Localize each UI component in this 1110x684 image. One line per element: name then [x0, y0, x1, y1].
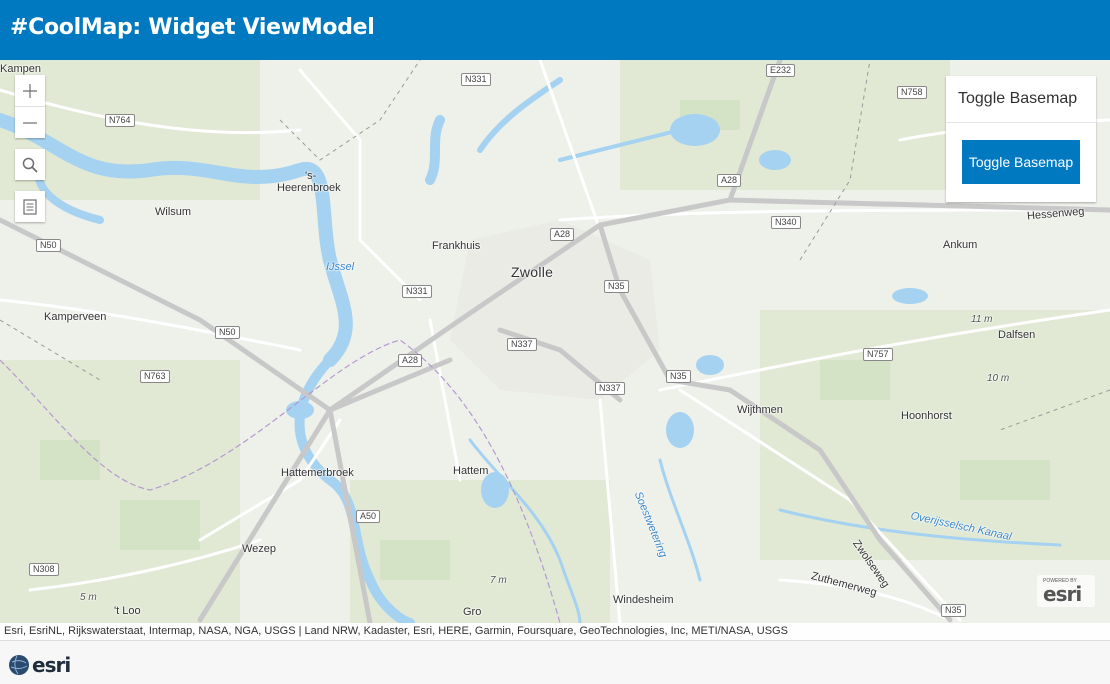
- search-icon: [22, 157, 38, 173]
- road-shield: E232: [766, 64, 796, 77]
- place-label: Wilsum: [155, 206, 192, 218]
- road-shield: N331: [461, 73, 491, 86]
- road-shield: A28: [550, 228, 575, 241]
- basemap: [0, 60, 1110, 623]
- road-shield: N308: [29, 563, 59, 576]
- road-shield: N331: [402, 285, 432, 298]
- esri-logo-text: esri: [32, 653, 71, 677]
- road-shield: N340: [771, 216, 801, 229]
- esri-logo[interactable]: esri: [8, 653, 71, 677]
- elevation-label: 11 m: [971, 314, 993, 325]
- toggle-basemap-panel: Toggle Basemap Toggle Basemap: [946, 76, 1096, 202]
- place-label: Hattem: [453, 465, 489, 477]
- road-shield: N35: [941, 604, 966, 617]
- place-label: Dalfsen: [998, 329, 1036, 341]
- road-shield: N763: [140, 370, 170, 383]
- place-label: 's-: [305, 170, 317, 182]
- zoom-in-button[interactable]: [15, 75, 45, 106]
- search-button[interactable]: [15, 149, 45, 180]
- panel-title: Toggle Basemap: [946, 76, 1096, 123]
- esri-wordmark: esri: [1043, 582, 1082, 606]
- place-label: Kamperveen: [44, 311, 107, 323]
- minus-icon: [23, 121, 37, 124]
- document-icon: [23, 198, 37, 215]
- place-label-city: Zwolle: [511, 264, 554, 280]
- road-shield: N35: [604, 280, 629, 293]
- map-view[interactable]: Kampen 's- Heerenbroek Wilsum Frankhuis …: [0, 60, 1110, 623]
- place-label: 't Loo: [114, 605, 141, 617]
- page-title: #CoolMap: Widget ViewModel: [10, 15, 375, 40]
- road-shield: A28: [398, 354, 423, 367]
- place-label: Ankum: [943, 239, 978, 251]
- place-label: Hattemerbroek: [281, 467, 354, 479]
- road-shield: N50: [36, 239, 61, 252]
- place-label: Windesheim: [613, 594, 674, 606]
- place-label: Wezep: [242, 543, 277, 555]
- road-shield: N757: [863, 348, 893, 361]
- app-header: #CoolMap: Widget ViewModel: [0, 0, 1110, 60]
- legend-button[interactable]: [15, 191, 45, 222]
- place-label: Wijthmen: [737, 404, 783, 416]
- toggle-basemap-button[interactable]: Toggle Basemap: [962, 140, 1080, 184]
- powered-by-esri-badge[interactable]: POWERED BY esri: [1037, 575, 1095, 607]
- globe-icon: [9, 655, 29, 675]
- road-shield: N337: [507, 338, 537, 351]
- road-shield: A28: [717, 174, 742, 187]
- elevation-label: 7 m: [490, 575, 507, 586]
- place-label: Kampen: [0, 63, 41, 75]
- zoom-out-button[interactable]: [15, 106, 45, 138]
- water-label: IJssel: [326, 261, 355, 273]
- road-shield: N758: [897, 86, 927, 99]
- place-label: Heerenbroek: [277, 182, 341, 194]
- zoom-control: [15, 75, 45, 138]
- attribution-bar[interactable]: Esri, EsriNL, Rijkswaterstaat, Intermap,…: [0, 623, 1110, 640]
- road-shield: N50: [215, 326, 240, 339]
- elevation-label: 10 m: [987, 373, 1010, 384]
- elevation-label: 5 m: [80, 592, 97, 603]
- plus-icon: [23, 83, 37, 98]
- place-label: Gro: [463, 606, 482, 618]
- place-label: Frankhuis: [432, 240, 481, 252]
- footer: esri: [0, 640, 1110, 684]
- road-shield: N35: [666, 370, 691, 383]
- road-shield: N337: [595, 382, 625, 395]
- place-label: Hoonhorst: [901, 410, 952, 422]
- road-shield: A50: [356, 510, 381, 523]
- road-shield: N764: [105, 114, 135, 127]
